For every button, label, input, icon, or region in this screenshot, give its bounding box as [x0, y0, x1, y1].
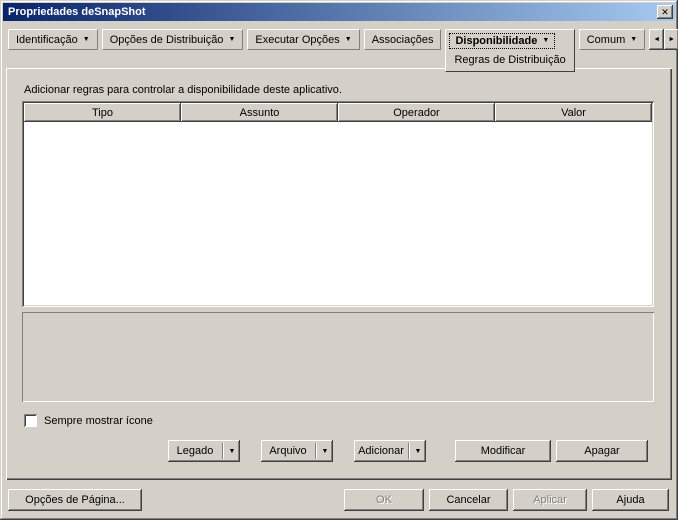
modificar-button[interactable]: Modificar — [455, 440, 551, 462]
rule-description-box — [22, 312, 654, 402]
tab-label: Opções de Distribuição — [110, 34, 224, 46]
legado-button[interactable]: Legado ▼ — [168, 440, 240, 462]
checkbox-label: Sempre mostrar ícone — [44, 415, 153, 427]
tab-label: Associações — [372, 34, 434, 46]
adicionar-label: Adicionar — [354, 440, 408, 462]
tab-bar: Identificação ▼ Opções de Distribuição ▼… — [8, 29, 673, 72]
instruction-text: Adicionar regras para controlar a dispon… — [24, 84, 342, 96]
close-icon: ✕ — [661, 8, 669, 17]
title-bar: Propriedades deSnapShot ✕ — [3, 3, 675, 21]
chevron-down-icon: ▼ — [224, 440, 240, 462]
arquivo-label: Arquivo — [261, 440, 315, 462]
column-header-assunto[interactable]: Assunto — [181, 103, 338, 122]
properties-dialog: Propriedades deSnapShot ✕ Identificação … — [0, 0, 678, 520]
column-header-valor[interactable]: Valor — [495, 103, 652, 122]
apagar-button[interactable]: Apagar — [556, 440, 648, 462]
page-options-button[interactable]: Opções de Página... — [8, 489, 142, 511]
tab-label: Comum — [587, 34, 626, 46]
tab-active-header[interactable]: Disponibilidade ▼ — [446, 30, 573, 51]
subpage-label-text: Regras de Distribuição — [454, 54, 565, 66]
tab-label: Identificação — [16, 34, 78, 46]
arquivo-button[interactable]: Arquivo ▼ — [261, 440, 333, 462]
tab-label: Executar Opções — [255, 34, 339, 46]
tab-label: Disponibilidade — [455, 35, 537, 47]
help-button[interactable]: Ajuda — [592, 489, 669, 511]
listview-header: Tipo Assunto Operador Valor — [24, 103, 652, 122]
tab-scroll-left-button[interactable]: ◄ — [649, 29, 664, 50]
tab-scroll-right-button[interactable]: ► — [664, 29, 678, 50]
action-buttons-row: Legado ▼ Arquivo ▼ Adicionar ▼ Modificar… — [168, 440, 648, 462]
chevron-down-icon: ▼ — [228, 36, 235, 43]
tab-identificacao[interactable]: Identificação ▼ — [8, 29, 98, 50]
window-title: Propriedades deSnapShot — [8, 6, 146, 18]
chevron-down-icon: ▼ — [83, 36, 90, 43]
tab-associacoes[interactable]: Associações — [364, 29, 442, 50]
tab-opcoes-de-distribuicao[interactable]: Opções de Distribuição ▼ — [102, 29, 244, 50]
tab-disponibilidade-active[interactable]: Disponibilidade ▼ Regras de Distribuição — [445, 29, 574, 72]
close-button[interactable]: ✕ — [657, 5, 673, 19]
tab-focus-rect: Disponibilidade ▼ — [449, 33, 555, 49]
tab-subpage-label[interactable]: Regras de Distribuição — [446, 51, 573, 71]
adicionar-button[interactable]: Adicionar ▼ — [354, 440, 426, 462]
ok-button: OK — [344, 489, 424, 511]
listview-body-empty[interactable] — [24, 122, 652, 305]
cancel-button[interactable]: Cancelar — [429, 489, 508, 511]
arrow-left-icon: ◄ — [653, 36, 660, 43]
tab-scrollers: ◄ ► — [649, 29, 678, 50]
chevron-down-icon: ▼ — [542, 37, 549, 44]
column-header-operador[interactable]: Operador — [338, 103, 495, 122]
tab-comum[interactable]: Comum ▼ — [579, 29, 645, 50]
arrow-right-icon: ► — [668, 36, 675, 43]
always-show-icon-checkbox[interactable] — [24, 414, 37, 427]
legado-label: Legado — [168, 440, 222, 462]
page-panel: Adicionar regras para controlar a dispon… — [6, 68, 672, 480]
always-show-icon-row: Sempre mostrar ícone — [24, 414, 153, 427]
tab-executar-opcoes[interactable]: Executar Opções ▼ — [247, 29, 359, 50]
apply-button: Aplicar — [513, 489, 587, 511]
column-header-tipo[interactable]: Tipo — [24, 103, 181, 122]
chevron-down-icon: ▼ — [630, 36, 637, 43]
chevron-down-icon: ▼ — [410, 440, 426, 462]
chevron-down-icon: ▼ — [317, 440, 333, 462]
rules-listview[interactable]: Tipo Assunto Operador Valor — [22, 101, 654, 307]
chevron-down-icon: ▼ — [345, 36, 352, 43]
